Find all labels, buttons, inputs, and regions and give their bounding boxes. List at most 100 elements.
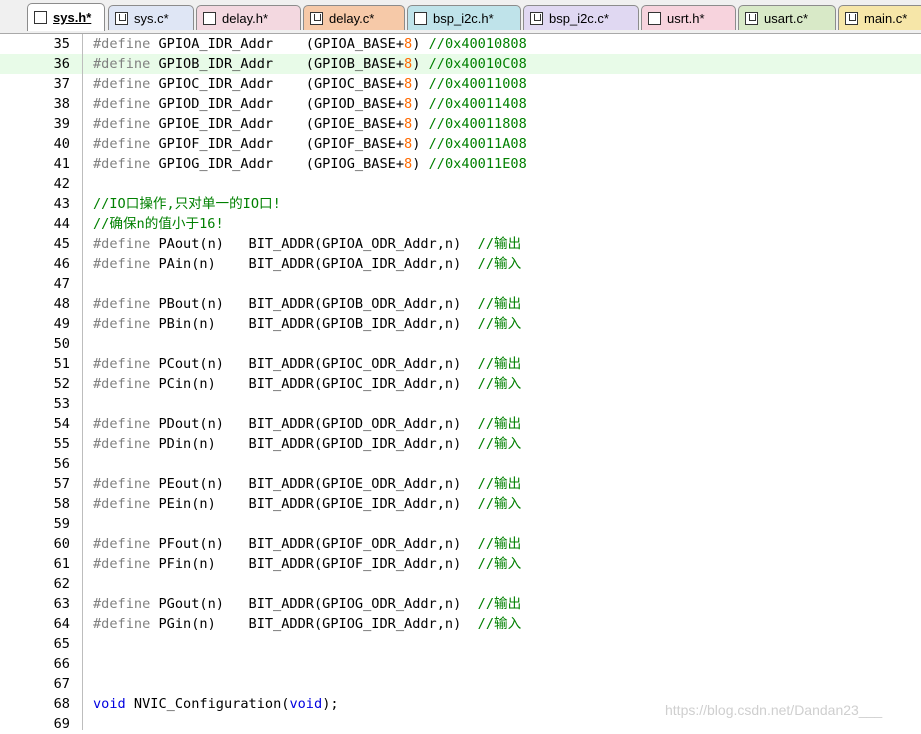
code-token: #define [93,376,151,392]
code-line[interactable]: 35 #define GPIOA_IDR_Addr (GPIOA_BASE+8) … [0,34,921,54]
line-number: 54 [53,416,70,432]
code-line[interactable]: 64 #define PGin(n) BIT_ADDR(GPIOG_IDR_Add… [0,614,921,634]
code-line[interactable]: 39 #define GPIOE_IDR_Addr (GPIOE_BASE+8) … [0,114,921,134]
code-line[interactable]: 67 [0,674,921,694]
line-number: 65 [53,636,70,652]
c-source-file-icon [115,11,128,25]
code-token: GPIOC_IDR_Addr (GPIOC_BASE+ [150,76,405,92]
code-token: //0x40011008 [428,76,527,92]
code-line[interactable]: 46 #define PAin(n) BIT_ADDR(GPIOA_IDR_Add… [0,254,921,274]
code-token: PFin(n) BIT_ADDR(GPIOF_IDR_Addr,n) [150,556,478,572]
code-line[interactable]: 58 #define PEin(n) BIT_ADDR(GPIOE_IDR_Add… [0,494,921,514]
code-line[interactable]: 60 #define PFout(n) BIT_ADDR(GPIOF_ODR_Ad… [0,534,921,554]
line-number: 47 [53,276,70,292]
code-line[interactable]: 61 #define PFin(n) BIT_ADDR(GPIOF_IDR_Add… [0,554,921,574]
tab-usart-c[interactable]: usart.c* [738,5,836,30]
line-number: 41 [53,156,70,172]
code-line[interactable]: 37 #define GPIOC_IDR_Addr (GPIOC_BASE+8) … [0,74,921,94]
code-token: //0x40011E08 [428,156,527,172]
code-line[interactable]: 47 [0,274,921,294]
code-line[interactable]: 62 [0,574,921,594]
line-number: 64 [53,616,70,632]
code-token: #define [93,616,151,632]
code-line[interactable]: 41 #define GPIOG_IDR_Addr (GPIOG_BASE+8) … [0,154,921,174]
code-token: //0x40011A08 [428,136,527,152]
code-token: PAin(n) BIT_ADDR(GPIOA_IDR_Addr,n) [150,256,478,272]
line-number: 38 [53,96,70,112]
code-line[interactable]: 42 [0,174,921,194]
code-token: #define [93,256,151,272]
tab-usrt-h[interactable]: usrt.h* [641,5,736,30]
c-source-file-icon [310,11,323,25]
code-line[interactable]: 49 #define PBin(n) BIT_ADDR(GPIOB_IDR_Add… [0,314,921,334]
line-number: 53 [53,396,70,412]
code-text: #define GPIOE_IDR_Addr (GPIOE_BASE+8) //… [93,114,527,134]
code-line[interactable]: 51 #define PCout(n) BIT_ADDR(GPIOC_ODR_Ad… [0,354,921,374]
code-line[interactable]: 57 #define PEout(n) BIT_ADDR(GPIOE_ODR_Ad… [0,474,921,494]
code-token: //输出 [477,236,522,252]
code-token: 8 [404,56,413,72]
code-line[interactable]: 66 [0,654,921,674]
code-line[interactable]: 43 //IO口操作,只对单一的IO口! [0,194,921,214]
line-number: 44 [53,216,70,232]
code-line[interactable]: 59 [0,514,921,534]
line-number: 43 [53,196,70,212]
code-text: #define GPIOB_IDR_Addr (GPIOB_BASE+8) //… [93,54,527,74]
code-line[interactable]: 48 #define PBout(n) BIT_ADDR(GPIOB_ODR_Ad… [0,294,921,314]
code-token: #define [93,96,151,112]
code-line[interactable]: 44 //确保n的值小于16! [0,214,921,234]
code-token: PBin(n) BIT_ADDR(GPIOB_IDR_Addr,n) [150,316,478,332]
code-text: #define GPIOA_IDR_Addr (GPIOA_BASE+8) //… [93,34,527,54]
tab-delay-h[interactable]: delay.h* [196,5,301,30]
code-token: GPIOB_IDR_Addr (GPIOB_BASE+ [150,56,405,72]
code-line[interactable]: 54 #define PDout(n) BIT_ADDR(GPIOD_ODR_Ad… [0,414,921,434]
code-editor[interactable]: 35 #define GPIOA_IDR_Addr (GPIOA_BASE+8) … [0,34,921,734]
code-line[interactable]: 65 [0,634,921,654]
code-line[interactable]: 38 #define GPIOD_IDR_Addr (GPIOD_BASE+8) … [0,94,921,114]
line-number: 37 [53,76,70,92]
tab-bsp-i2c-h[interactable]: bsp_i2c.h* [407,5,521,30]
header-file-icon [203,11,216,25]
code-token: #define [93,496,151,512]
line-number: 45 [53,236,70,252]
code-token: 8 [404,136,413,152]
code-token: //输出 [477,356,522,372]
code-token: #define [93,156,151,172]
tab-label: bsp_i2c.h* [433,10,494,26]
code-token: ) [412,96,429,112]
code-line[interactable]: 50 [0,334,921,354]
line-number: 61 [53,556,70,572]
code-text: void NVIC_Configuration(void); [93,694,339,714]
code-line[interactable]: 53 [0,394,921,414]
code-text: #define PGout(n) BIT_ADDR(GPIOG_ODR_Addr… [93,594,521,614]
code-token: GPIOA_IDR_Addr (GPIOA_BASE+ [150,36,405,52]
code-text: #define PCin(n) BIT_ADDR(GPIOC_IDR_Addr,… [93,374,521,394]
code-line[interactable]: 40 #define GPIOF_IDR_Addr (GPIOF_BASE+8) … [0,134,921,154]
code-line[interactable]: 52 #define PCin(n) BIT_ADDR(GPIOC_IDR_Add… [0,374,921,394]
tab-sys-c[interactable]: sys.c* [108,5,194,30]
code-line[interactable]: 36 #define GPIOB_IDR_Addr (GPIOB_BASE+8) … [0,54,921,74]
tab-delay-c[interactable]: delay.c* [303,5,405,30]
code-token: //输出 [477,296,522,312]
code-text: #define PDin(n) BIT_ADDR(GPIOD_IDR_Addr,… [93,434,521,454]
code-token: NVIC_Configuration( [125,696,290,712]
code-line[interactable]: 63 #define PGout(n) BIT_ADDR(GPIOG_ODR_Ad… [0,594,921,614]
code-token: #define [93,296,151,312]
code-token: #define [93,236,151,252]
line-number: 39 [53,116,70,132]
code-token: 8 [404,36,413,52]
code-line[interactable]: 56 [0,454,921,474]
tab-sys-h[interactable]: sys.h* [27,3,105,31]
code-token: //输出 [477,416,522,432]
c-source-file-icon [745,11,758,25]
code-token: 8 [404,156,413,172]
tab-bsp-i2c-c[interactable]: bsp_i2c.c* [523,5,639,30]
tab-main-c[interactable]: main.c* [838,5,921,30]
line-number: 58 [53,496,70,512]
code-token: #define [93,76,151,92]
code-line[interactable]: 55 #define PDin(n) BIT_ADDR(GPIOD_IDR_Add… [0,434,921,454]
tab-label: delay.c* [329,10,375,26]
line-number: 40 [53,136,70,152]
code-token: GPIOD_IDR_Addr (GPIOD_BASE+ [150,96,405,112]
code-line[interactable]: 45 #define PAout(n) BIT_ADDR(GPIOA_ODR_Ad… [0,234,921,254]
